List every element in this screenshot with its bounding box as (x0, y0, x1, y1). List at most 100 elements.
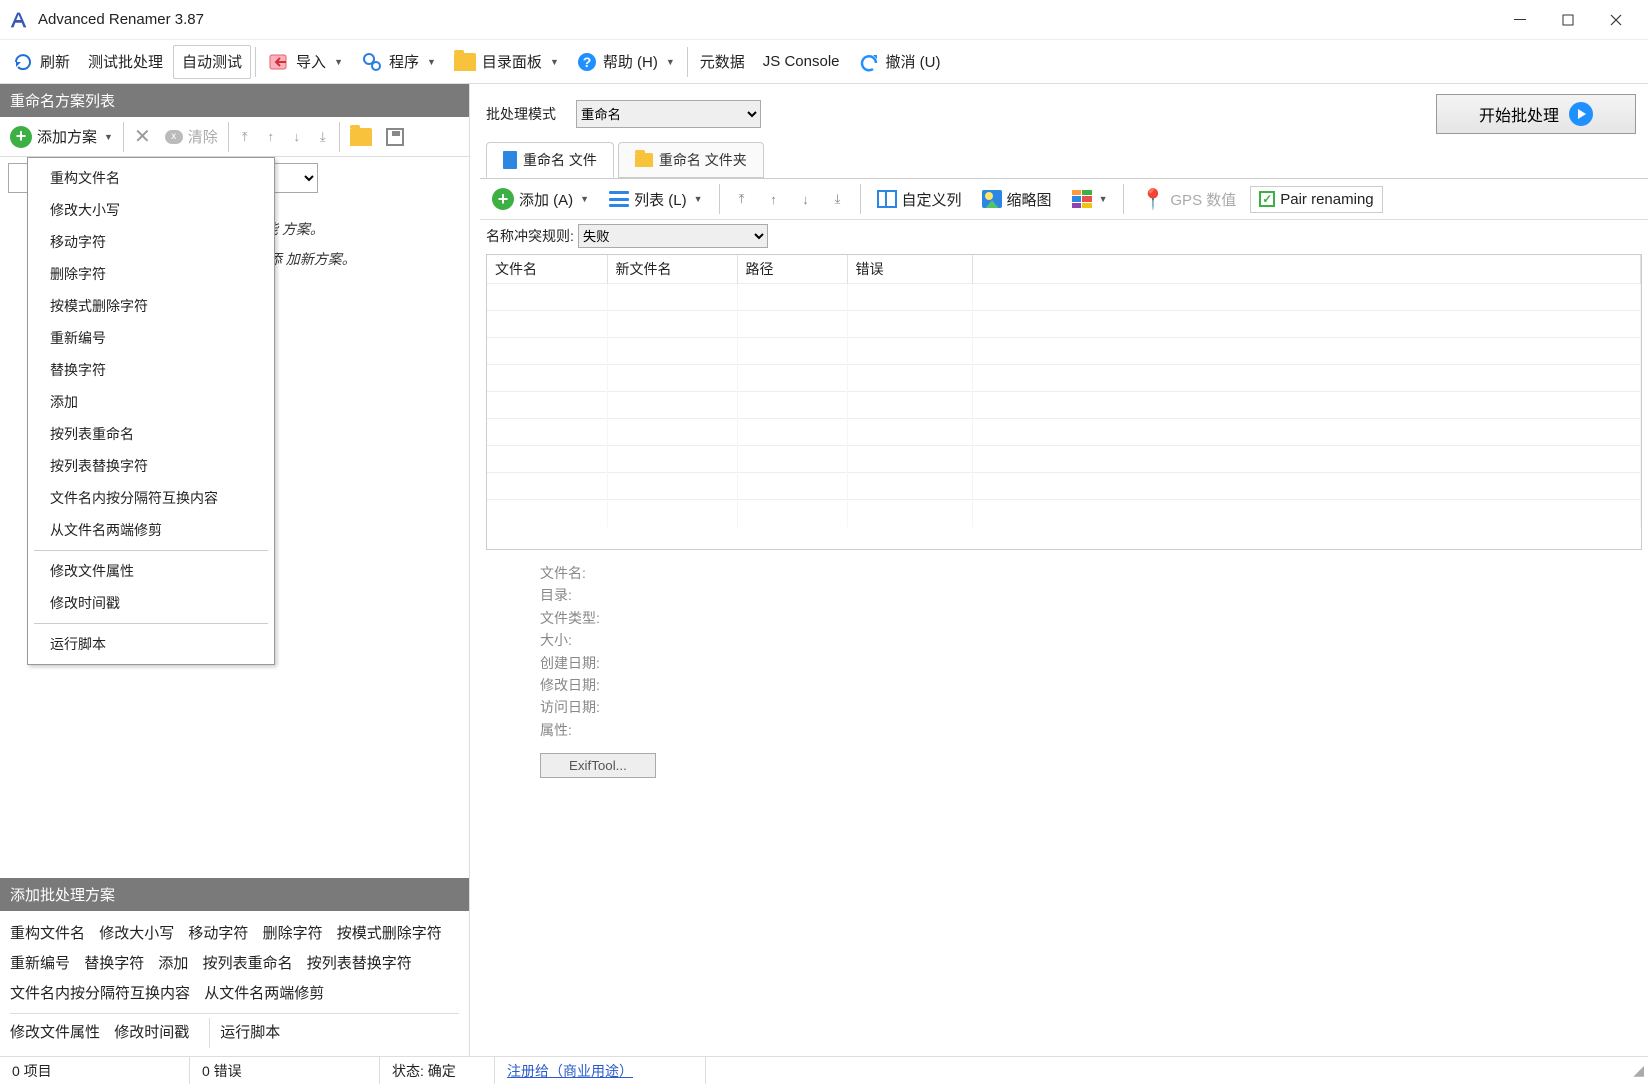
open-preset-button[interactable] (344, 124, 378, 150)
item-move-top-button[interactable]: ⤒ (730, 185, 754, 213)
svg-text:?: ? (583, 54, 592, 70)
batch-link[interactable]: 按模式删除字符 (337, 919, 442, 949)
menu-item[interactable]: 按模式删除字符 (28, 290, 274, 322)
move-down-button[interactable]: ↓ (285, 123, 309, 151)
association-button[interactable]: ▼ (1066, 186, 1114, 212)
batch-link[interactable]: 修改大小写 (99, 919, 174, 949)
x-icon: ✕ (134, 124, 151, 149)
batch-link[interactable]: 重新编号 (10, 949, 70, 979)
import-button[interactable]: 导入▼ (260, 45, 351, 79)
close-button[interactable] (1592, 6, 1640, 34)
move-up-button[interactable]: ↑ (259, 123, 283, 151)
menu-item[interactable]: 重构文件名 (28, 162, 274, 194)
pair-renaming-toggle[interactable]: ✓ Pair renaming (1250, 186, 1382, 213)
move-top-button[interactable]: ⤒ (233, 123, 257, 151)
resize-grip-icon[interactable]: ◢ (1633, 1062, 1644, 1079)
plus-icon: + (492, 188, 514, 210)
col-path[interactable]: 路径 (737, 255, 847, 284)
batch-link[interactable]: 按列表替换字符 (307, 949, 412, 979)
batch-link[interactable]: 替换字符 (84, 949, 144, 979)
list-icon (609, 191, 629, 207)
menu-item[interactable]: 按列表替换字符 (28, 450, 274, 482)
caret-down-icon: ▼ (334, 57, 343, 67)
status-bar: 0 项目 0 错误 状态: 确定 注册给（商业用途） ◢ (0, 1056, 1648, 1084)
js-console-button[interactable]: JS Console (755, 45, 848, 79)
add-batch-header: 添加批处理方案 (0, 878, 469, 911)
menu-item[interactable]: 从文件名两端修剪 (28, 514, 274, 546)
menu-item[interactable]: 修改大小写 (28, 194, 274, 226)
menu-item[interactable]: 修改文件属性 (28, 555, 274, 587)
save-preset-button[interactable] (380, 124, 410, 150)
test-batch-button[interactable]: 测试批处理 (80, 45, 171, 79)
table-row (487, 419, 1641, 446)
caret-down-icon: ▼ (666, 57, 675, 67)
batch-link[interactable]: 删除字符 (263, 919, 323, 949)
file-icon (503, 151, 517, 169)
status-state: 状态: 确定 (380, 1057, 495, 1084)
metadata-button[interactable]: 元数据 (692, 45, 753, 79)
col-newname[interactable]: 新文件名 (607, 255, 737, 284)
program-button[interactable]: 程序▼ (353, 45, 444, 79)
batch-link[interactable]: 按列表重命名 (203, 949, 293, 979)
col-filename[interactable]: 文件名 (487, 255, 607, 284)
batch-link[interactable]: 从文件名两端修剪 (204, 979, 324, 1009)
checkbox-checked-icon: ✓ (1259, 191, 1275, 207)
clear-methods-button[interactable]: x 清除 (159, 122, 224, 151)
menu-item[interactable]: 替换字符 (28, 354, 274, 386)
col-extra[interactable] (972, 255, 1641, 284)
add-batch-panel: 添加批处理方案 重构文件名 修改大小写 移动字符 删除字符 按模式删除字符 重新… (0, 878, 469, 1056)
caret-down-icon: ▼ (104, 132, 113, 142)
minimize-button[interactable] (1496, 6, 1544, 34)
batch-link[interactable]: 修改时间戳 (114, 1018, 189, 1048)
menu-item[interactable]: 运行脚本 (28, 628, 274, 660)
caret-down-icon: ▼ (427, 57, 436, 67)
move-bottom-button[interactable]: ⤓ (311, 123, 335, 151)
caret-down-icon: ▼ (550, 57, 559, 67)
exiftool-button[interactable]: ExifTool... (540, 753, 656, 778)
tab-rename-files[interactable]: 重命名 文件 (486, 142, 614, 178)
item-move-down-button[interactable]: ↓ (794, 185, 818, 213)
col-error[interactable]: 错误 (847, 255, 972, 284)
batch-link[interactable]: 运行脚本 (220, 1018, 280, 1048)
file-table[interactable]: 文件名 新文件名 路径 错误 (486, 254, 1642, 550)
item-move-bottom-button[interactable]: ⤓ (826, 185, 850, 213)
batch-mode-select[interactable]: 重命名 (576, 100, 761, 128)
menu-item[interactable]: 添加 (28, 386, 274, 418)
add-method-button[interactable]: + 添加方案▼ (4, 122, 119, 152)
menu-item[interactable]: 文件名内按分隔符互换内容 (28, 482, 274, 514)
maximize-button[interactable] (1544, 6, 1592, 34)
batch-link[interactable]: 修改文件属性 (10, 1018, 100, 1048)
start-batch-button[interactable]: 开始批处理 (1436, 94, 1636, 134)
batch-link[interactable]: 添加 (158, 949, 188, 979)
help-button[interactable]: ? 帮助 (H)▼ (569, 45, 683, 79)
conflict-rule-select[interactable]: 失败 (578, 224, 768, 248)
auto-test-button[interactable]: 自动测试 (173, 45, 251, 79)
batch-link[interactable]: 重构文件名 (10, 919, 85, 949)
thumbnails-button[interactable]: 缩略图 (976, 185, 1058, 214)
menu-item[interactable]: 重新编号 (28, 322, 274, 354)
menu-item[interactable]: 删除字符 (28, 258, 274, 290)
register-link[interactable]: 注册给（商业用途） (507, 1061, 633, 1081)
methods-toolbar: + 添加方案▼ ✕ x 清除 ⤒ ↑ ↓ ⤓ (0, 117, 469, 157)
tab-rename-folders[interactable]: 重命名 文件夹 (618, 142, 764, 178)
menu-item[interactable]: 移动字符 (28, 226, 274, 258)
item-move-up-button[interactable]: ↑ (762, 185, 786, 213)
gps-button[interactable]: 📍 GPS 数值 (1134, 183, 1242, 216)
table-row (487, 392, 1641, 419)
menu-item[interactable]: 修改时间戳 (28, 587, 274, 619)
batch-link[interactable]: 移动字符 (188, 919, 248, 949)
custom-columns-button[interactable]: 自定义列 (871, 185, 968, 214)
list-button[interactable]: 列表 (L)▼ (603, 185, 708, 214)
add-files-button[interactable]: + 添加 (A)▼ (486, 184, 595, 214)
batch-links: 重构文件名 修改大小写 移动字符 删除字符 按模式删除字符 重新编号 替换字符 … (0, 911, 469, 1056)
dir-panel-button[interactable]: 目录面板▼ (446, 45, 567, 79)
refresh-button[interactable]: 刷新 (4, 45, 78, 79)
folder-icon (454, 53, 476, 71)
undo-button[interactable]: 撤消 (U) (850, 45, 949, 79)
grid-icon (1072, 190, 1092, 208)
batch-link[interactable]: 文件名内按分隔符互换内容 (10, 979, 190, 1009)
remove-method-button[interactable]: ✕ (128, 120, 157, 153)
folder-icon (635, 153, 653, 167)
help-icon: ? (577, 52, 597, 72)
menu-item[interactable]: 按列表重命名 (28, 418, 274, 450)
